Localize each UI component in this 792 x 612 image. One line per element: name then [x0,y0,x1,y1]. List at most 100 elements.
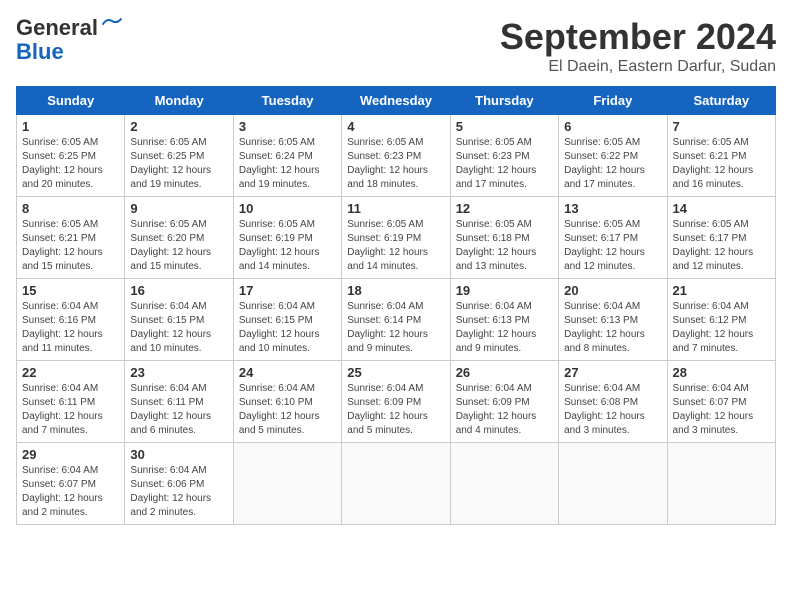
calendar-day-22: 22Sunrise: 6:04 AM Sunset: 6:11 PM Dayli… [17,361,125,443]
day-info: Sunrise: 6:04 AM Sunset: 6:07 PM Dayligh… [22,464,119,520]
calendar-table: SundayMondayTuesdayWednesdayThursdayFrid… [16,86,776,525]
calendar-day-30: 30Sunrise: 6:04 AM Sunset: 6:06 PM Dayli… [125,443,233,525]
calendar-day-empty [450,443,558,525]
calendar-day-19: 19 Sunrise: 6:04 AM Sunset: 6:13 PM Dayli… [450,279,558,361]
day-number: 9 [130,201,227,216]
logo-bird-icon [101,16,123,32]
day-info: Sunrise: 6:05 AM Sunset: 6:25 PM Dayligh… [22,136,119,192]
calendar-day-6: 6 Sunrise: 6:05 AM Sunset: 6:22 PM Daylig… [559,115,667,197]
day-number: 23 [130,365,227,380]
day-info: Sunrise: 6:04 AM Sunset: 6:09 PM Dayligh… [347,382,444,438]
calendar-week-4: 22 Sunrise: 6:04 AM Sunset: 6:11 PM Dayli… [17,361,776,443]
calendar-day-13: 13 Sunrise: 6:05 AM Sunset: 6:17 PM Dayli… [559,197,667,279]
day-number: 17 [239,283,336,298]
calendar-day-empty [342,443,450,525]
day-number: 13 [564,201,661,216]
calendar-day-28: 28 Sunrise: 6:04 AM Sunset: 6:07 PM Dayli… [667,361,775,443]
calendar-day-10: 10Sunrise: 6:05 AM Sunset: 6:19 PM Dayli… [233,197,341,279]
day-number: 29 [22,447,119,462]
day-number: 19 [456,283,553,298]
weekday-header-wednesday: Wednesday [342,87,450,115]
calendar-day-empty [559,443,667,525]
day-info: Sunrise: 6:05 AM Sunset: 6:19 PM Dayligh… [347,218,444,274]
day-info: Sunrise: 6:04 AM Sunset: 6:08 PM Dayligh… [564,382,661,438]
calendar-day-24: 24Sunrise: 6:04 AM Sunset: 6:10 PM Dayli… [233,361,341,443]
logo: General Blue [16,16,123,64]
calendar-day-5: 5 Sunrise: 6:05 AM Sunset: 6:23 PM Daylig… [450,115,558,197]
calendar-day-27: 27 Sunrise: 6:04 AM Sunset: 6:08 PM Dayli… [559,361,667,443]
weekday-header-sunday: Sunday [17,87,125,115]
day-info: Sunrise: 6:04 AM Sunset: 6:11 PM Dayligh… [130,382,227,438]
day-info: Sunrise: 6:05 AM Sunset: 6:18 PM Dayligh… [456,218,553,274]
month-title: September 2024 [500,16,776,58]
day-info: Sunrise: 6:05 AM Sunset: 6:17 PM Dayligh… [673,218,770,274]
calendar-day-17: 17 Sunrise: 6:04 AM Sunset: 6:15 PM Dayli… [233,279,341,361]
day-info: Sunrise: 6:05 AM Sunset: 6:21 PM Dayligh… [22,218,119,274]
weekday-header-thursday: Thursday [450,87,558,115]
day-number: 10 [239,201,336,216]
calendar-day-empty [667,443,775,525]
calendar-week-3: 15Sunrise: 6:04 AM Sunset: 6:16 PM Dayli… [17,279,776,361]
calendar-day-2: 2 Sunrise: 6:05 AM Sunset: 6:25 PM Daylig… [125,115,233,197]
day-info: Sunrise: 6:05 AM Sunset: 6:20 PM Dayligh… [130,218,227,274]
day-info: Sunrise: 6:04 AM Sunset: 6:13 PM Dayligh… [564,300,661,356]
logo-text-general: General [16,16,98,40]
day-number: 26 [456,365,553,380]
day-info: Sunrise: 6:05 AM Sunset: 6:17 PM Dayligh… [564,218,661,274]
page-header: General Blue September 2024 El Daein, Ea… [16,16,776,76]
day-number: 11 [347,201,444,216]
calendar-day-14: 14Sunrise: 6:05 AM Sunset: 6:17 PM Dayli… [667,197,775,279]
calendar-day-20: 20 Sunrise: 6:04 AM Sunset: 6:13 PM Dayli… [559,279,667,361]
location-title: El Daein, Eastern Darfur, Sudan [500,58,776,76]
day-number: 1 [22,119,119,134]
day-number: 12 [456,201,553,216]
day-info: Sunrise: 6:04 AM Sunset: 6:13 PM Dayligh… [456,300,553,356]
day-info: Sunrise: 6:05 AM Sunset: 6:22 PM Dayligh… [564,136,661,192]
day-info: Sunrise: 6:04 AM Sunset: 6:14 PM Dayligh… [347,300,444,356]
calendar-day-18: 18Sunrise: 6:04 AM Sunset: 6:14 PM Dayli… [342,279,450,361]
calendar-week-5: 29 Sunrise: 6:04 AM Sunset: 6:07 PM Dayli… [17,443,776,525]
day-number: 20 [564,283,661,298]
calendar-week-2: 8 Sunrise: 6:05 AM Sunset: 6:21 PM Daylig… [17,197,776,279]
calendar-day-15: 15Sunrise: 6:04 AM Sunset: 6:16 PM Dayli… [17,279,125,361]
calendar-day-23: 23 Sunrise: 6:04 AM Sunset: 6:11 PM Dayli… [125,361,233,443]
day-number: 3 [239,119,336,134]
weekday-header-monday: Monday [125,87,233,115]
day-info: Sunrise: 6:04 AM Sunset: 6:12 PM Dayligh… [673,300,770,356]
calendar-day-25: 25Sunrise: 6:04 AM Sunset: 6:09 PM Dayli… [342,361,450,443]
day-info: Sunrise: 6:05 AM Sunset: 6:23 PM Dayligh… [347,136,444,192]
day-number: 4 [347,119,444,134]
day-info: Sunrise: 6:05 AM Sunset: 6:21 PM Dayligh… [673,136,770,192]
day-number: 2 [130,119,227,134]
calendar-day-4: 4 Sunrise: 6:05 AM Sunset: 6:23 PM Daylig… [342,115,450,197]
day-info: Sunrise: 6:04 AM Sunset: 6:15 PM Dayligh… [130,300,227,356]
calendar-day-9: 9 Sunrise: 6:05 AM Sunset: 6:20 PM Daylig… [125,197,233,279]
day-number: 8 [22,201,119,216]
calendar-day-8: 8 Sunrise: 6:05 AM Sunset: 6:21 PM Daylig… [17,197,125,279]
day-number: 5 [456,119,553,134]
day-number: 28 [673,365,770,380]
day-info: Sunrise: 6:05 AM Sunset: 6:25 PM Dayligh… [130,136,227,192]
calendar-week-1: 1 Sunrise: 6:05 AM Sunset: 6:25 PM Daylig… [17,115,776,197]
logo-text-blue: Blue [16,39,64,64]
day-number: 27 [564,365,661,380]
calendar-day-1: 1 Sunrise: 6:05 AM Sunset: 6:25 PM Daylig… [17,115,125,197]
day-number: 6 [564,119,661,134]
weekday-header-friday: Friday [559,87,667,115]
calendar-day-12: 12 Sunrise: 6:05 AM Sunset: 6:18 PM Dayli… [450,197,558,279]
day-info: Sunrise: 6:04 AM Sunset: 6:07 PM Dayligh… [673,382,770,438]
title-block: September 2024 El Daein, Eastern Darfur,… [500,16,776,76]
day-number: 16 [130,283,227,298]
day-number: 22 [22,365,119,380]
day-info: Sunrise: 6:05 AM Sunset: 6:23 PM Dayligh… [456,136,553,192]
calendar-day-26: 26 Sunrise: 6:04 AM Sunset: 6:09 PM Dayli… [450,361,558,443]
calendar-day-7: 7Sunrise: 6:05 AM Sunset: 6:21 PM Daylig… [667,115,775,197]
day-info: Sunrise: 6:04 AM Sunset: 6:15 PM Dayligh… [239,300,336,356]
day-number: 15 [22,283,119,298]
weekday-header-saturday: Saturday [667,87,775,115]
day-info: Sunrise: 6:04 AM Sunset: 6:09 PM Dayligh… [456,382,553,438]
calendar-day-16: 16 Sunrise: 6:04 AM Sunset: 6:15 PM Dayli… [125,279,233,361]
day-number: 30 [130,447,227,462]
weekday-header-tuesday: Tuesday [233,87,341,115]
calendar-day-11: 11 Sunrise: 6:05 AM Sunset: 6:19 PM Dayli… [342,197,450,279]
